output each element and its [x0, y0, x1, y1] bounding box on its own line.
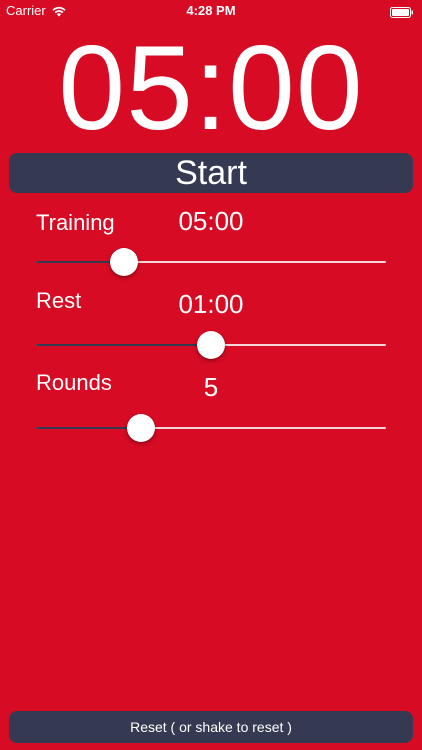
slider-thumb[interactable] — [127, 414, 155, 442]
training-value: 05:00 — [178, 206, 244, 236]
slider-thumb[interactable] — [109, 248, 138, 276]
rounds-slider[interactable] — [36, 413, 386, 443]
rest-slider[interactable] — [36, 330, 386, 360]
status-bar: Carrier 4:28 PM — [0, 0, 422, 22]
rounds-value: 5 — [203, 372, 219, 402]
reset-button[interactable]: Reset ( or shake to reset ) — [9, 711, 413, 743]
rest-value: 01:00 — [178, 289, 244, 319]
rest-label: Rest — [36, 288, 82, 313]
training-label: Training — [36, 210, 115, 235]
start-button[interactable]: Start — [9, 153, 413, 193]
battery-full-icon — [390, 5, 414, 18]
timer-screen: Carrier 4:28 PM 05:00 Start Training 05:… — [0, 0, 422, 750]
training-slider[interactable] — [36, 247, 386, 277]
countdown-display: 05:00 — [58, 21, 364, 155]
slider-fill — [36, 344, 211, 346]
slider-fill — [36, 427, 141, 429]
status-time: 4:28 PM — [186, 3, 236, 18]
rounds-label: Rounds — [36, 370, 112, 395]
slider-thumb[interactable] — [197, 331, 225, 359]
